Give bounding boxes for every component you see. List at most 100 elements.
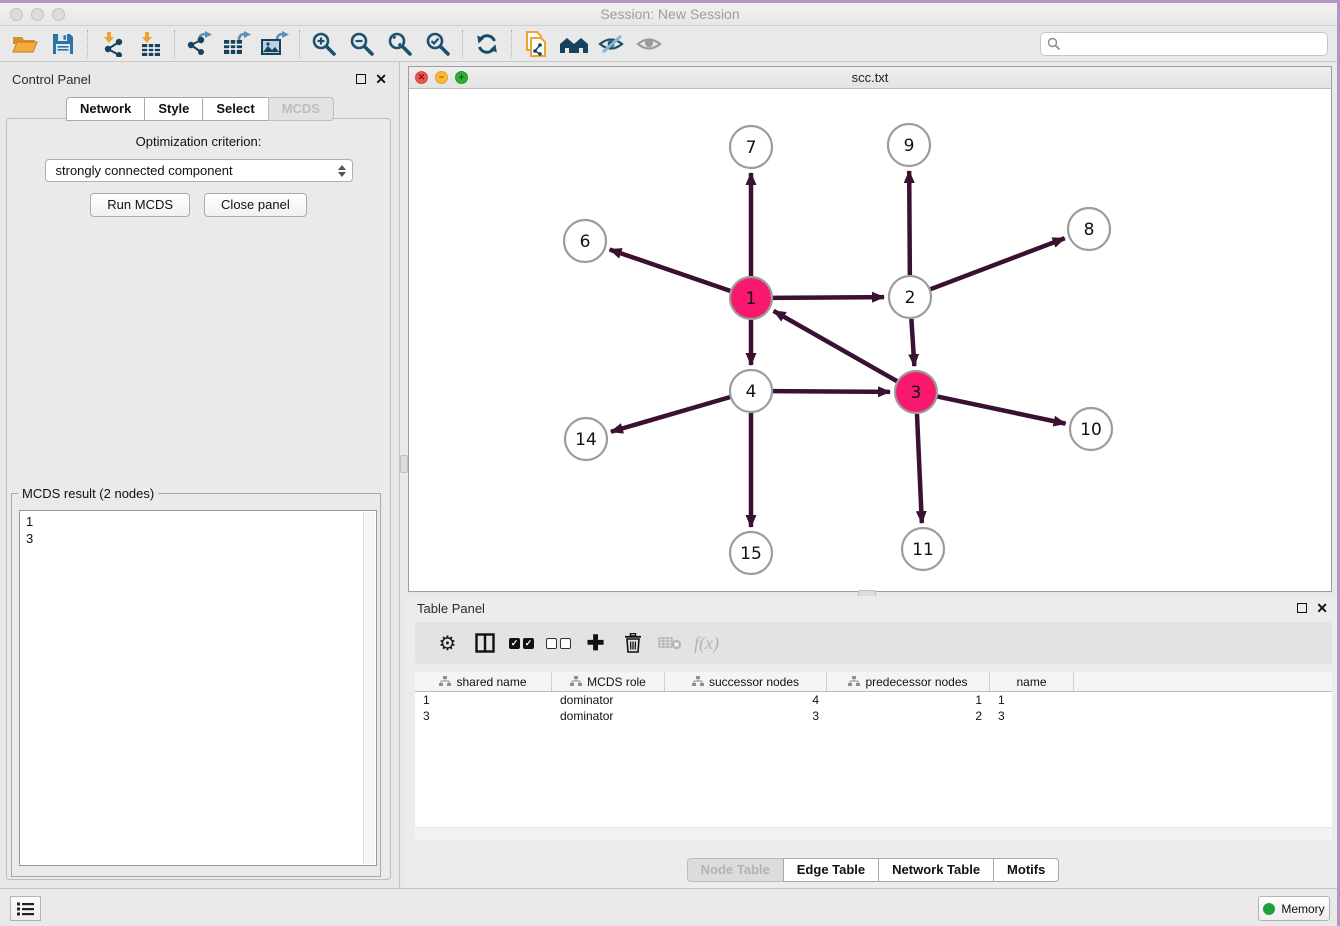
column-header-name[interactable]: name: [990, 672, 1074, 691]
zoom-selected-icon[interactable]: [419, 29, 457, 59]
show-all-icon[interactable]: [631, 29, 669, 59]
table-options-icon[interactable]: ⚙: [429, 626, 466, 660]
first-neighbors-icon[interactable]: [555, 29, 593, 59]
node-label-14: 14: [575, 430, 597, 450]
tab-style[interactable]: Style: [144, 97, 203, 121]
table-panel-title: Table Panel: [417, 601, 1297, 616]
vertical-splitter-handle[interactable]: [400, 455, 408, 473]
memory-button[interactable]: Memory: [1258, 896, 1330, 921]
edge-2-3[interactable]: [911, 319, 914, 366]
delete-table-icon[interactable]: [651, 626, 688, 660]
cell-predecessor-nodes[interactable]: 1: [827, 693, 990, 707]
control-panel-tabs: NetworkStyleSelectMCDS: [0, 97, 399, 121]
list-icon: [17, 902, 34, 916]
table-row[interactable]: 3dominator323: [415, 708, 1332, 724]
cell-successor-nodes[interactable]: 3: [665, 709, 827, 723]
control-panel: Control Panel ✕ NetworkStyleSelectMCDS O…: [0, 62, 400, 888]
edge-3-11[interactable]: [917, 414, 922, 523]
run-mcds-button[interactable]: Run MCDS: [90, 193, 190, 217]
export-image-icon[interactable]: [256, 29, 294, 59]
network-canvas[interactable]: 7968124314101511: [409, 89, 1331, 591]
hide-selected-icon[interactable]: [593, 29, 631, 59]
table-panel: Table Panel ✕ ⚙ ✓✓ ✚: [405, 596, 1340, 888]
criterion-select[interactable]: strongly connected component: [45, 159, 353, 182]
cell-shared-name[interactable]: 3: [415, 709, 552, 723]
refresh-icon[interactable]: [468, 29, 506, 59]
column-type-icon: [848, 676, 860, 687]
tab-select[interactable]: Select: [202, 97, 268, 121]
toolbar-separator: [511, 30, 512, 58]
column-header-MCDS-role[interactable]: MCDS role: [552, 672, 665, 691]
cell-MCDS-role[interactable]: dominator: [552, 709, 665, 723]
deselect-all-icon[interactable]: [540, 626, 577, 660]
network-view-window: ✕ − + scc.txt 7968124314101511: [408, 66, 1332, 592]
column-header-shared-name[interactable]: shared name: [415, 672, 552, 691]
cell-MCDS-role[interactable]: dominator: [552, 693, 665, 707]
edge-1-6[interactable]: [610, 249, 731, 290]
close-panel-icon[interactable]: ✕: [375, 74, 387, 84]
close-panel-button[interactable]: Close panel: [204, 193, 307, 217]
node-label-15: 15: [740, 544, 762, 564]
cell-name[interactable]: 1: [990, 693, 1074, 707]
tab-edge-table[interactable]: Edge Table: [783, 858, 879, 882]
function-builder-icon[interactable]: f(x): [688, 626, 725, 660]
mcds-result-group: MCDS result (2 nodes) 1 3: [11, 493, 381, 877]
save-session-icon[interactable]: [44, 29, 82, 59]
show-columns-icon[interactable]: [466, 626, 503, 660]
edge-4-3[interactable]: [773, 391, 890, 392]
export-table-icon[interactable]: [218, 29, 256, 59]
add-column-icon[interactable]: ✚: [577, 626, 614, 660]
edge-3-1[interactable]: [774, 311, 897, 381]
search-field[interactable]: [1040, 32, 1328, 56]
toolbar-separator: [174, 30, 175, 58]
edge-2-8[interactable]: [931, 238, 1065, 289]
node-label-9: 9: [904, 136, 915, 156]
task-history-button[interactable]: [10, 896, 41, 921]
table-row[interactable]: 1dominator411: [415, 692, 1332, 708]
delete-column-icon[interactable]: [614, 626, 651, 660]
column-type-icon: [439, 676, 451, 687]
cell-shared-name[interactable]: 1: [415, 693, 552, 707]
import-network-icon[interactable]: [93, 29, 131, 59]
edge-1-2[interactable]: [773, 297, 884, 298]
toolbar-separator: [87, 30, 88, 58]
export-network-icon[interactable]: [180, 29, 218, 59]
select-all-icon[interactable]: ✓✓: [503, 626, 540, 660]
result-scrollbar[interactable]: [363, 512, 375, 864]
tab-network-table[interactable]: Network Table: [878, 858, 994, 882]
search-input[interactable]: [1061, 34, 1327, 54]
edge-2-9[interactable]: [909, 171, 910, 275]
float-table-panel-icon[interactable]: [1297, 603, 1307, 613]
control-panel-title: Control Panel: [12, 72, 356, 87]
status-bar: Memory: [0, 888, 1340, 926]
node-label-3: 3: [911, 383, 922, 403]
tab-motifs[interactable]: Motifs: [993, 858, 1059, 882]
edge-3-10[interactable]: [938, 397, 1066, 424]
optimization-criterion-label: Optimization criterion:: [7, 134, 390, 149]
cell-successor-nodes[interactable]: 4: [665, 693, 827, 707]
memory-label: Memory: [1281, 902, 1324, 916]
cell-predecessor-nodes[interactable]: 2: [827, 709, 990, 723]
duplicate-network-icon[interactable]: [517, 29, 555, 59]
column-header-successor-nodes[interactable]: successor nodes: [665, 672, 827, 691]
float-panel-icon[interactable]: [356, 74, 366, 84]
tab-node-table[interactable]: Node Table: [687, 858, 784, 882]
open-file-icon[interactable]: [6, 29, 44, 59]
mcds-result-area[interactable]: 1 3: [19, 510, 377, 866]
edge-4-14[interactable]: [611, 397, 730, 432]
tab-network[interactable]: Network: [66, 97, 145, 121]
cell-name[interactable]: 3: [990, 709, 1074, 723]
column-header-label: predecessor nodes: [865, 675, 967, 689]
zoom-in-icon[interactable]: [305, 29, 343, 59]
tab-mcds[interactable]: MCDS: [268, 97, 334, 121]
toolbar-separator: [462, 30, 463, 58]
network-window-titlebar[interactable]: ✕ − + scc.txt: [409, 67, 1331, 89]
mcds-result-text: 1 3: [20, 511, 376, 549]
close-table-panel-icon[interactable]: ✕: [1316, 603, 1328, 613]
table-horizontal-scrollbar[interactable]: [415, 827, 1332, 840]
column-header-predecessor-nodes[interactable]: predecessor nodes: [827, 672, 990, 691]
import-table-icon[interactable]: [131, 29, 169, 59]
node-table: shared nameMCDS rolesuccessor nodes prede…: [415, 672, 1332, 840]
zoom-out-icon[interactable]: [343, 29, 381, 59]
zoom-fit-icon[interactable]: [381, 29, 419, 59]
